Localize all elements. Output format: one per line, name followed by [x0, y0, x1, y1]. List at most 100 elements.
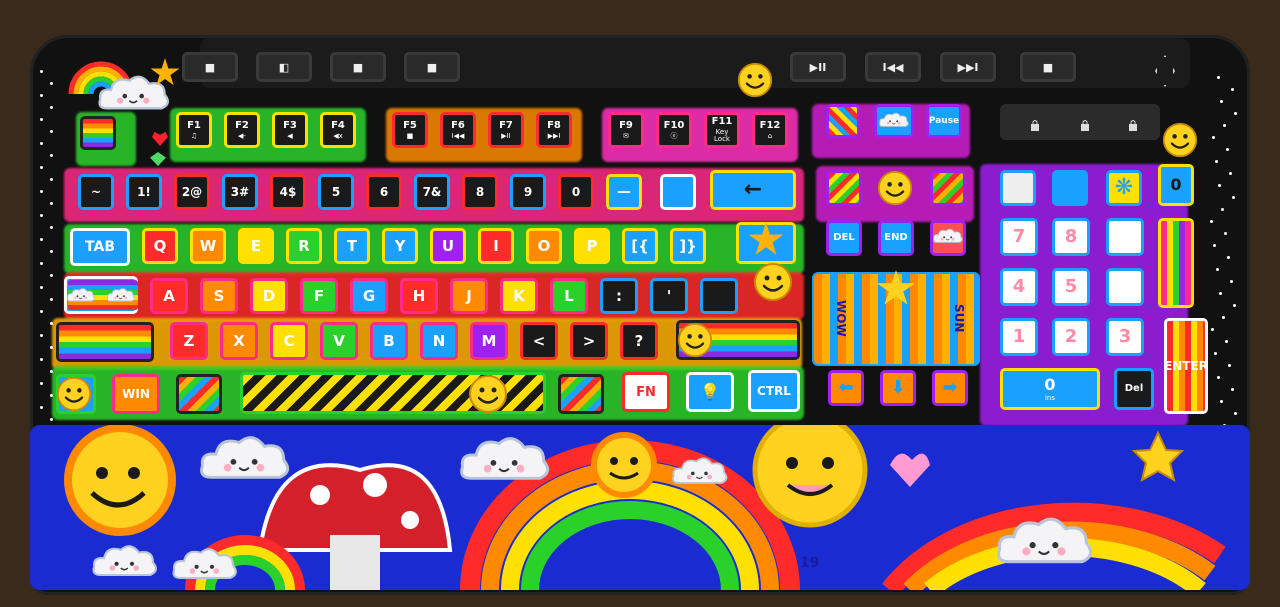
- pause-key[interactable]: Pause: [926, 104, 962, 138]
- f6-key[interactable]: F6 I◀◀: [440, 112, 476, 148]
- letter-key-F[interactable]: F: [300, 278, 338, 314]
- letter-key-Y[interactable]: Y: [382, 228, 418, 264]
- letter-key-U[interactable]: U: [430, 228, 466, 264]
- number-key-4[interactable]: 4$: [270, 174, 306, 210]
- end-key[interactable]: END: [878, 220, 914, 256]
- media-key-8[interactable]: ■: [1020, 52, 1076, 82]
- number-key-5[interactable]: 5: [318, 174, 354, 210]
- f3-key[interactable]: F3 ◀: [272, 112, 308, 148]
- media-key-7[interactable]: ▶▶I: [940, 52, 996, 82]
- number-key-8[interactable]: 8: [462, 174, 498, 210]
- numpad-key-4[interactable]: 4: [1000, 268, 1038, 306]
- letter-key-W[interactable]: W: [190, 228, 226, 264]
- media-key-4[interactable]: ■: [404, 52, 460, 82]
- numpad-key-1[interactable]: 1: [1000, 318, 1038, 356]
- numpad-key-3[interactable]: 3: [1106, 318, 1144, 356]
- equals-key[interactable]: [660, 174, 696, 210]
- number-key-1[interactable]: 1!: [126, 174, 162, 210]
- letter-key-quote[interactable]: ': [650, 278, 688, 314]
- f11-key[interactable]: F11 Key Lock: [704, 112, 740, 148]
- numpad-num[interactable]: [1000, 170, 1036, 206]
- letter-key-T[interactable]: T: [334, 228, 370, 264]
- arrow-left-key[interactable]: ⬅: [828, 370, 864, 406]
- numpad-enter[interactable]: ENTER: [1164, 318, 1208, 414]
- letter-key-]}[interactable]: ]}: [670, 228, 706, 264]
- f9-key[interactable]: F9 ✉: [608, 112, 644, 148]
- letter-key-N[interactable]: N: [420, 322, 458, 360]
- insert-deco-key[interactable]: [826, 170, 862, 206]
- f8-key[interactable]: F8 ▶▶I: [536, 112, 572, 148]
- numpad-star[interactable]: ❋: [1106, 170, 1142, 206]
- f2-key[interactable]: F2 ◀-: [224, 112, 260, 148]
- media-key-3[interactable]: ■: [330, 52, 386, 82]
- media-key-6[interactable]: I◀◀: [865, 52, 921, 82]
- ctrl-right-key[interactable]: CTRL: [748, 370, 800, 412]
- arrow-down-key[interactable]: ⬇: [880, 370, 916, 406]
- number-key-2[interactable]: 2@: [174, 174, 210, 210]
- number-key-6[interactable]: 6: [366, 174, 402, 210]
- numpad-key-7[interactable]: 7: [1000, 218, 1038, 256]
- letter-key-B[interactable]: B: [370, 322, 408, 360]
- letter-key-H[interactable]: H: [400, 278, 438, 314]
- backspace-key[interactable]: ←: [710, 170, 796, 210]
- f4-key[interactable]: F4 ◀x: [320, 112, 356, 148]
- letter-key-I[interactable]: I: [478, 228, 514, 264]
- media-key-2[interactable]: ◧: [256, 52, 312, 82]
- letter-key-R[interactable]: R: [286, 228, 322, 264]
- menu-key[interactable]: 💡: [686, 372, 734, 412]
- media-key-1[interactable]: ■: [182, 52, 238, 82]
- numpad-key-5[interactable]: 5: [1052, 268, 1090, 306]
- number-key-7[interactable]: 7&: [414, 174, 450, 210]
- letter-key-G[interactable]: G: [350, 278, 388, 314]
- delete-deco-key[interactable]: DEL: [826, 220, 862, 256]
- arrow-right-key[interactable]: ➡: [932, 370, 968, 406]
- f12-key[interactable]: F12 ⌂: [752, 112, 788, 148]
- letter-key-K[interactable]: K: [500, 278, 538, 314]
- number-key-3[interactable]: 3#: [222, 174, 258, 210]
- letter-key-V[interactable]: V: [320, 322, 358, 360]
- letter-key-O[interactable]: O: [526, 228, 562, 264]
- number-key-0[interactable]: ~: [78, 174, 114, 210]
- numpad-key-8[interactable]: 8: [1052, 218, 1090, 256]
- f5-key[interactable]: F5 ■: [392, 112, 428, 148]
- number-key-10[interactable]: 0: [558, 174, 594, 210]
- letter-key-period[interactable]: >: [570, 322, 608, 360]
- f1-key[interactable]: F1 ♫: [176, 112, 212, 148]
- letter-key-semicolon[interactable]: :: [600, 278, 638, 314]
- letter-key-J[interactable]: J: [450, 278, 488, 314]
- numpad-minus[interactable]: 0: [1158, 164, 1194, 206]
- numpad-key-blank[interactable]: [1106, 218, 1144, 256]
- letter-key-[{[interactable]: [{: [622, 228, 658, 264]
- numpad-key-blank[interactable]: [1106, 268, 1144, 306]
- fn-key[interactable]: FN: [622, 372, 670, 412]
- letter-key-D[interactable]: D: [250, 278, 288, 314]
- numpad-slash[interactable]: [1052, 170, 1088, 206]
- minus-key[interactable]: —: [606, 174, 642, 210]
- letter-key-comma[interactable]: <: [520, 322, 558, 360]
- numpad-key-2[interactable]: 2: [1052, 318, 1090, 356]
- f10-key[interactable]: F10 ⓔ: [656, 112, 692, 148]
- alt-right-key[interactable]: [558, 374, 604, 414]
- letter-key-L[interactable]: L: [550, 278, 588, 314]
- letter-key-M[interactable]: M: [470, 322, 508, 360]
- scroll-deco-key[interactable]: [826, 104, 860, 138]
- numpad-zero[interactable]: 0 ins: [1000, 368, 1100, 410]
- letter-key-slash[interactable]: ?: [620, 322, 658, 360]
- number-key-9[interactable]: 9: [510, 174, 546, 210]
- pgup-deco-key[interactable]: [930, 170, 966, 206]
- f7-key[interactable]: F7 ▶II: [488, 112, 524, 148]
- numpad-del[interactable]: Del: [1114, 368, 1154, 410]
- letter-key-C[interactable]: C: [270, 322, 308, 360]
- tab-key[interactable]: TAB: [70, 228, 130, 266]
- letter-key-E[interactable]: E: [238, 228, 274, 264]
- letter-key-S[interactable]: S: [200, 278, 238, 314]
- media-key-5[interactable]: ▶II: [790, 52, 846, 82]
- letter-key-X[interactable]: X: [220, 322, 258, 360]
- letter-key-P[interactable]: P: [574, 228, 610, 264]
- letter-key-Z[interactable]: Z: [170, 322, 208, 360]
- win-key[interactable]: WIN: [112, 374, 160, 414]
- alt-left-key[interactable]: [176, 374, 222, 414]
- letter-key-A[interactable]: A: [150, 278, 188, 314]
- letter-key-Q[interactable]: Q: [142, 228, 178, 264]
- numpad-plus[interactable]: [1158, 218, 1194, 308]
